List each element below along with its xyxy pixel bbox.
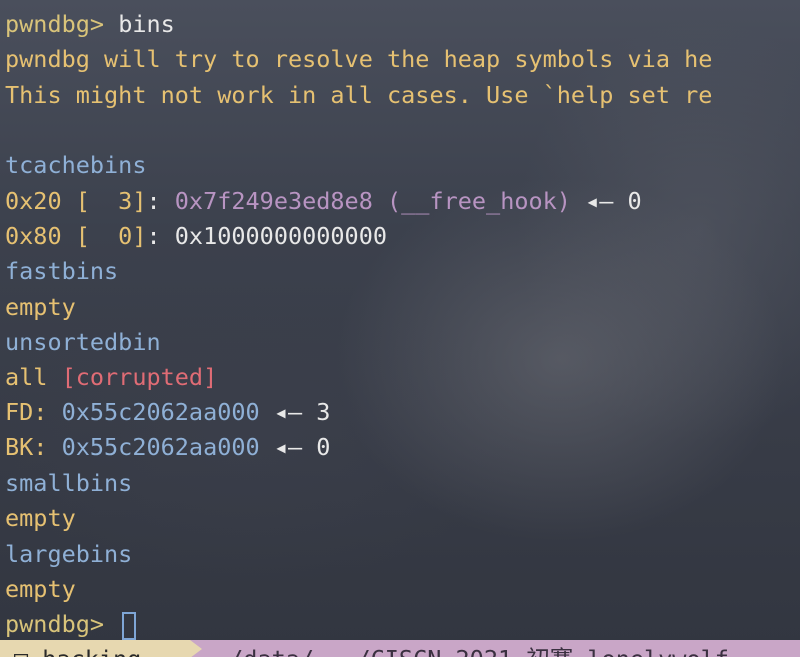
terminal-line-unsorted-header: unsortedbin [5,325,161,360]
terminal-text-unsorted-all-1: [corrupted] [61,363,218,391]
terminal-text-tcache-0x80-0: 0x80 [ 0] [5,222,147,250]
terminal-line-large-header: largebins [5,537,132,572]
terminal-text-tcache-0x20-2: 0x7f249e3ed8e8 (__free_hook) [174,187,571,215]
terminal-text-unsorted-bk-1: 0x55c2062aa000 [61,433,260,461]
terminal-text-unsorted-fd-1: 0x55c2062aa000 [61,398,260,426]
terminal-line-small-empty: empty [5,501,76,536]
terminal-text-unsorted-bk-0: BK: [5,433,62,461]
terminal-text-tcache-0x20-1: : [146,187,175,215]
terminal-line-tcache-header: tcachebins [5,148,146,183]
status-path-label: ~/data/.../CISCN-2021-初赛-lonelywolf- [215,642,743,657]
terminal-line-cmd: pwndbg> bins [5,7,175,42]
terminal-line-fast-empty: empty [5,290,76,325]
terminal-text-small-empty-0: empty [5,504,76,532]
terminal-text-fast-header-0: fastbins [5,257,119,285]
terminal-text-large-header-0: largebins [5,540,133,568]
terminal-text-large-empty-0: empty [5,575,76,603]
terminal-text-tcache-0x80-1: : [146,222,175,250]
terminal-line-unsorted-all: all [corrupted] [5,360,217,395]
terminal-text-cmd-1: bins [118,10,175,38]
terminal-text-tcache-0x80-2: 0x1000000000000 [174,222,388,250]
terminal-text-fast-empty-0: empty [5,293,76,321]
terminal-text-cmd-0: pwndbg> [5,10,119,38]
terminal-text-prompt-0: pwndbg> [5,610,119,638]
terminal-line-large-empty: empty [5,572,76,607]
terminal-line-unsorted-fd: FD: 0x55c2062aa000 ◂— 3 [5,395,330,430]
terminal-text-unsorted-fd-0: FD: [5,398,62,426]
terminal-text-small-header-0: smallbins [5,469,133,497]
terminal-line-tcache-0x80: 0x80 [ 0]: 0x1000000000000 [5,219,387,254]
status-session-label: □ hacking [14,642,141,657]
terminal-window[interactable]: pwndbg> bins pwndbg will try to resolve t… [0,0,800,640]
terminal-text-warn2-0: This might not work in all cases. Use `h… [5,81,713,109]
terminal-line-small-header: smallbins [5,466,132,501]
terminal-text-tcache-0x20-0: 0x20 [ 3] [5,187,147,215]
terminal-line-prompt: pwndbg> [5,607,137,640]
terminal-text-tcache-header-0: tcachebins [5,151,147,179]
powerline-separator-icon [190,640,202,657]
terminal-line-fast-header: fastbins [5,254,118,289]
terminal-line-warn1: pwndbg will try to resolve the heap symb… [5,42,712,77]
terminal-text-unsorted-header-0: unsortedbin [5,328,161,356]
cursor-icon[interactable] [122,611,137,640]
terminal-line-unsorted-bk: BK: 0x55c2062aa000 ◂— 0 [5,430,330,465]
status-bar: □ hacking ~/data/.../CISCN-2021-初赛-lonel… [0,640,800,657]
terminal-text-unsorted-bk-2: ◂— 0 [259,433,331,461]
terminal-text-tcache-0x20-3: ◂— 0 [570,187,642,215]
terminal-line-warn2: This might not work in all cases. Use `h… [5,78,712,113]
terminal-text-warn1-0: pwndbg will try to resolve the heap symb… [5,45,713,73]
terminal-text-unsorted-all-0: all [5,363,62,391]
terminal-text-unsorted-fd-2: ◂— 3 [259,398,331,426]
terminal-line-tcache-0x20: 0x20 [ 3]: 0x7f249e3ed8e8 (__free_hook) … [5,184,642,219]
